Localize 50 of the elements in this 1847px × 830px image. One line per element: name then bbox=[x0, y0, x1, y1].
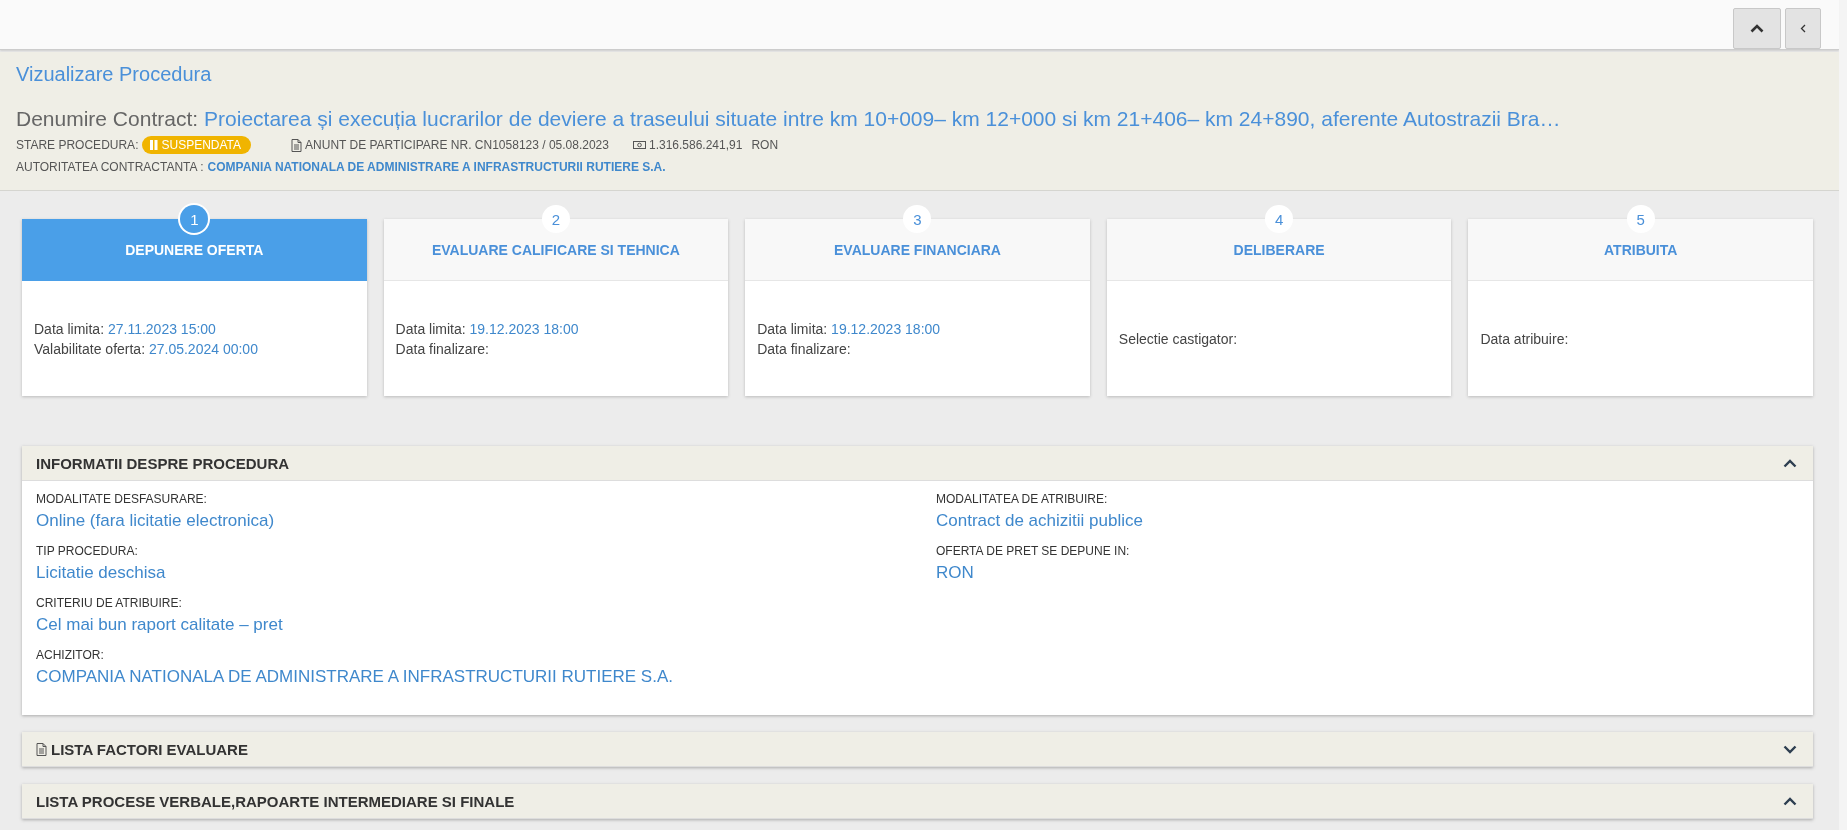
panel-title: LISTA FACTORI EVALUARE bbox=[51, 740, 249, 758]
contract-label: Denumire Contract: bbox=[16, 106, 199, 132]
field-value: Licitatie deschisa bbox=[36, 562, 167, 584]
step-number: 3 bbox=[903, 205, 932, 233]
chevron-down-icon[interactable] bbox=[1783, 744, 1797, 754]
field-label: Data limita: bbox=[395, 320, 466, 337]
status-badge: SUSPENDATA bbox=[142, 136, 252, 154]
field-label: ACHIZITOR: bbox=[36, 647, 105, 664]
notice-number: ANUNT DE PARTICIPARE NR. CN1058123 / 05.08.2023 bbox=[305, 137, 609, 154]
field-label: Data limita: bbox=[757, 320, 828, 337]
chevron-up-icon[interactable] bbox=[1783, 458, 1797, 468]
field-label: Data finalizare: bbox=[757, 340, 851, 357]
field-label: MODALITATE DESFASURARE: bbox=[36, 491, 208, 508]
field-value: 19.12.2023 18:00 bbox=[831, 320, 941, 337]
field-value: Cel mai bun raport calitate – pret bbox=[36, 614, 284, 636]
field-label: Selectie castigator: bbox=[1118, 330, 1238, 347]
field-label: OFERTA DE PRET SE DEPUNE IN: bbox=[936, 543, 1131, 560]
authority-label: AUTORITATEA CONTRACTANTA : bbox=[16, 159, 204, 176]
field-label: Data limita: bbox=[34, 320, 105, 337]
step-number: 1 bbox=[180, 205, 209, 233]
field-label: CRITERIU DE ATRIBUIRE: bbox=[36, 595, 183, 612]
page-title: Vizualizare Procedura bbox=[16, 62, 213, 87]
panel-title: LISTA PROCESE VERBALE,RAPOARTE INTERMEDIARE SI FINALE bbox=[36, 792, 516, 810]
field-label: MODALITATEA DE ATRIBUIRE: bbox=[936, 491, 1109, 508]
field-value: Contract de achizitii publice bbox=[936, 510, 1144, 532]
chevron-up-icon[interactable] bbox=[1783, 796, 1797, 806]
status-label: STARE PROCEDURA: bbox=[16, 137, 139, 154]
document-icon bbox=[291, 138, 303, 152]
panel-title: INFORMATII DESPRE PROCEDURA bbox=[36, 454, 291, 472]
contract-name: Proiectarea și execuția lucrarilor de deviere a traseului situate intre km 10+009– km 12+000 si km 21+406– km 24+890, aferente Autostrazii Bra… bbox=[204, 106, 1561, 132]
field-value: Online (fara licitatie electronica) bbox=[36, 510, 276, 532]
currency: RON bbox=[751, 137, 779, 154]
chevron-up-icon bbox=[1750, 24, 1764, 33]
step-number: 2 bbox=[541, 205, 570, 233]
banknote-icon bbox=[632, 140, 646, 150]
pause-icon bbox=[150, 140, 159, 150]
field-label: Data finalizare: bbox=[395, 340, 489, 357]
field-value: 27.05.2024 00:00 bbox=[148, 340, 258, 357]
field-value: RON bbox=[936, 562, 975, 584]
field-label: Data atribuire: bbox=[1480, 330, 1569, 347]
field-label: Valabilitate oferta: bbox=[34, 340, 146, 357]
field-label: TIP PROCEDURA: bbox=[36, 543, 139, 560]
field-value: COMPANIA NATIONALA DE ADMINISTRARE A INFRASTRUCTURII RUTIERE S.A. bbox=[36, 666, 674, 688]
field-value: 19.12.2023 18:00 bbox=[469, 320, 579, 337]
field-value: 27.11.2023 15:00 bbox=[107, 320, 216, 337]
chevron-left-icon bbox=[1800, 24, 1806, 33]
authority-name: COMPANIA NATIONALA DE ADMINISTRARE A INFRASTRUCTURII RUTIERE S.A. bbox=[207, 159, 666, 176]
step-number: 4 bbox=[1265, 205, 1294, 233]
step-number: 5 bbox=[1626, 205, 1655, 233]
contract-value: 1.316.586.241,91 bbox=[648, 137, 743, 154]
